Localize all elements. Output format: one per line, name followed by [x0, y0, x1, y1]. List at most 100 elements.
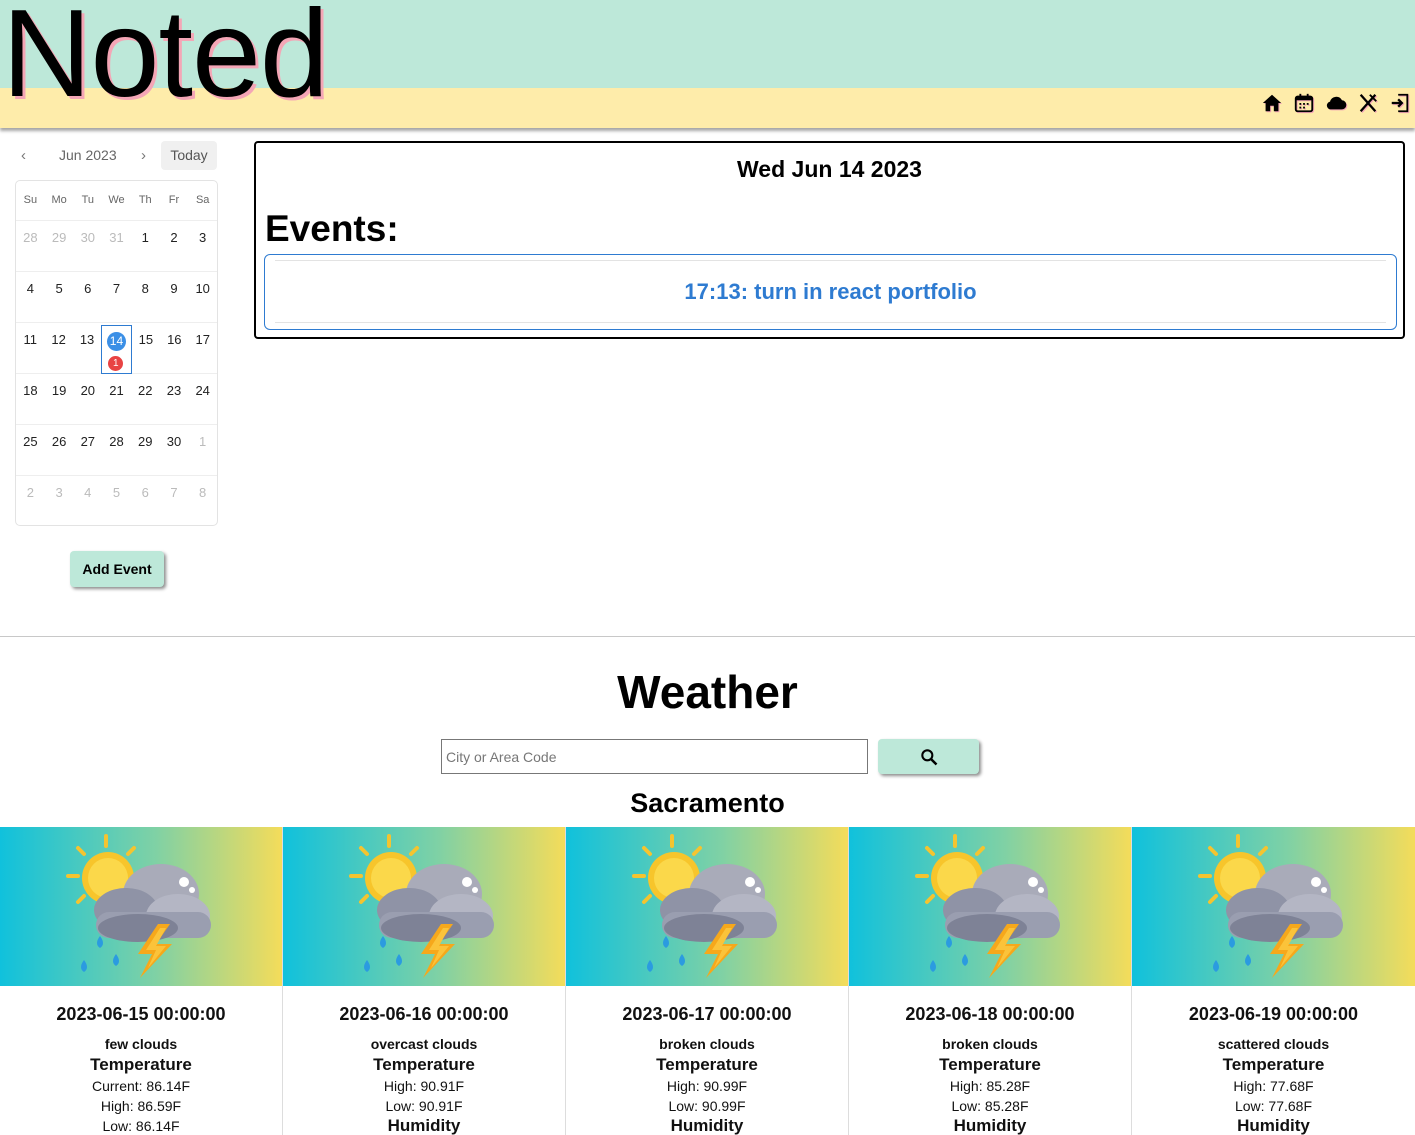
forecast-date: 2023-06-17 00:00:00	[622, 1004, 792, 1024]
calendar-day[interactable]: 24	[188, 374, 217, 424]
next-month-button[interactable]: ›	[141, 147, 146, 164]
day-number: 21	[109, 383, 124, 398]
calendar-day[interactable]: 2	[160, 221, 189, 271]
calendar-day[interactable]: 31	[102, 221, 131, 271]
month-label[interactable]: Jun 2023	[59, 147, 117, 163]
forecast-line-3: Low: 86.14F	[102, 1118, 180, 1134]
logout-icon[interactable]	[1389, 92, 1411, 114]
day-number: 19	[51, 383, 67, 398]
calendar-day-selected[interactable]: 14 1	[101, 325, 132, 374]
calendar-day[interactable]: 6	[131, 476, 160, 527]
calendar-day[interactable]: 21	[102, 374, 131, 424]
thunderstorm-weather-icon	[349, 834, 494, 978]
day-number: 5	[55, 281, 63, 296]
calendar-day[interactable]: 25	[16, 425, 45, 475]
day-number: 29	[51, 230, 67, 245]
utensils-icon[interactable]	[1357, 92, 1379, 114]
calendar-day[interactable]: 12	[44, 323, 72, 373]
calendar-day[interactable]: 17	[189, 323, 217, 373]
calendar-day[interactable]: 30	[160, 425, 189, 475]
calendar-day[interactable]: 6	[73, 272, 102, 322]
calendar-day[interactable]: 15	[132, 323, 160, 373]
calendar-day[interactable]: 5	[45, 272, 74, 322]
day-number: 11	[23, 332, 37, 347]
search-button[interactable]	[878, 739, 979, 774]
calendar-day[interactable]: 30	[73, 221, 102, 271]
temperature-heading: Temperature	[373, 1055, 475, 1074]
calendar-grid: Su Mo Tu We Th Fr Sa 28 29 30 31 1 2 3 4 5 6 7 8 9 10…	[15, 180, 218, 526]
event-item[interactable]: 17:13: turn in react portfolio	[264, 254, 1397, 330]
calendar-day[interactable]: 19	[45, 374, 74, 424]
calendar-day[interactable]: 26	[45, 425, 74, 475]
day-number: 6	[84, 281, 92, 296]
calendar-day[interactable]: 9	[160, 272, 189, 322]
day-number: 2	[26, 485, 34, 500]
calendar-week-row: 25 26 27 28 29 30 1	[16, 425, 217, 476]
calendar-day[interactable]: 8	[131, 272, 160, 322]
city-search-input[interactable]	[441, 739, 868, 774]
calendar-day[interactable]: 13	[73, 323, 101, 373]
calendar-day[interactable]: 23	[160, 374, 189, 424]
calendar-day[interactable]: 1	[131, 221, 160, 271]
weekday-label: Su	[23, 194, 38, 206]
city-name: Sacramento	[630, 788, 785, 818]
calendar-day[interactable]: 5	[102, 476, 131, 527]
day-number: 30	[80, 230, 96, 245]
day-number: 16	[167, 332, 182, 347]
brand-logo[interactable]: Noted	[2, 0, 329, 116]
prev-month-button[interactable]: ‹	[21, 147, 26, 164]
today-button[interactable]: Today	[161, 141, 217, 170]
event-count-badge: 1	[108, 356, 124, 371]
calendar-day[interactable]: 18	[16, 374, 45, 424]
day-number: 30	[166, 434, 182, 449]
calendar-day[interactable]: 3	[45, 476, 74, 527]
calendar-day[interactable]: 11	[16, 323, 44, 373]
day-number: 22	[138, 383, 153, 398]
add-event-button[interactable]: Add Event	[70, 551, 164, 587]
calendar-day[interactable]: 16	[160, 323, 188, 373]
day-number: 18	[23, 383, 38, 398]
forecast-card: 2023-06-16 00:00:00 overcast clouds Temper…	[283, 827, 566, 1135]
calendar-day[interactable]: 4	[73, 476, 102, 527]
calendar-day[interactable]: 7	[160, 476, 189, 527]
calendar-day[interactable]: 7	[102, 272, 131, 322]
weather-image	[1132, 827, 1415, 986]
cloud-icon[interactable]	[1325, 92, 1347, 114]
forecast-card: 2023-06-19 00:00:00 scattered clouds Tempe…	[1132, 827, 1415, 1135]
calendar-icon[interactable]	[1293, 92, 1315, 114]
calendar-day[interactable]: 4	[16, 272, 45, 322]
temperature-heading: Temperature	[90, 1055, 192, 1074]
day-number: 23	[166, 383, 182, 398]
calendar-week-row: 11 12 13 14 1 15 16 17	[16, 323, 217, 374]
day-number: 3	[55, 485, 63, 500]
calendar-day[interactable]: 29	[45, 221, 74, 271]
day-number: 10	[195, 281, 210, 296]
calendar-day[interactable]: 3	[188, 221, 217, 271]
day-number: 8	[199, 485, 207, 500]
calendar-day[interactable]: 10	[188, 272, 217, 322]
event-item-label[interactable]: 17:13: turn in react portfolio	[265, 279, 1396, 305]
day-number: 29	[138, 434, 153, 449]
calendar-day[interactable]: 2	[16, 476, 45, 527]
calendar-day[interactable]: 1	[188, 425, 217, 475]
calendar-day[interactable]: 29	[131, 425, 160, 475]
calendar-day[interactable]: 22	[131, 374, 160, 424]
calendar-header: ‹ Jun 2023 › Today	[15, 141, 218, 171]
forecast-line-1: High: 85.28F	[949, 1078, 1031, 1094]
calendar-day[interactable]: 8	[188, 476, 217, 527]
home-icon[interactable]	[1261, 92, 1283, 114]
app-header: Noted	[0, 0, 1415, 128]
weekday-label: Mo	[51, 194, 67, 206]
day-number: 5	[112, 485, 121, 500]
calendar-day[interactable]: 28	[16, 221, 45, 271]
calendar-day[interactable]: 28	[102, 425, 131, 475]
day-number: 12	[51, 332, 66, 347]
forecast-date: 2023-06-16 00:00:00	[339, 1004, 509, 1024]
day-number: 27	[80, 434, 96, 449]
calendar-day[interactable]: 20	[73, 374, 102, 424]
forecast-line-3: Humidity	[387, 1116, 461, 1135]
day-number: 7	[170, 485, 178, 500]
temperature-heading: Temperature	[656, 1055, 758, 1074]
calendar-day[interactable]: 27	[73, 425, 102, 475]
day-number: 24	[195, 383, 210, 398]
